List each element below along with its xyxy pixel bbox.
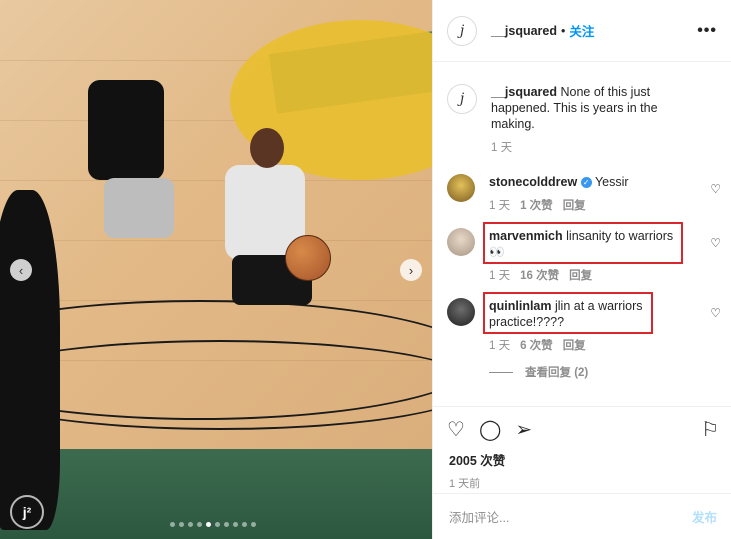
comment-bubble-icon[interactable]: ◯ (479, 417, 501, 442)
verified-badge-icon: ✓ (580, 177, 592, 189)
comment-input[interactable]: 添加评论... (449, 507, 509, 526)
follow-button[interactable]: 关注 (569, 21, 594, 40)
heart-icon[interactable]: ♡ (710, 182, 721, 196)
avatar[interactable]: j (447, 15, 477, 46)
comment-item: quinlinlam jlin at a warriors practice!?… (447, 292, 721, 354)
reply-button[interactable]: 回复 (569, 268, 592, 284)
heart-icon[interactable]: ♡ (710, 236, 721, 250)
add-comment-bar: 添加评论... 发布 (433, 493, 731, 539)
view-replies-label[interactable]: 查看回复 (2) (525, 364, 588, 380)
post-comment-button[interactable]: 发布 (692, 507, 717, 526)
defender-shorts (104, 178, 174, 238)
author-username[interactable]: __jsquared (491, 24, 557, 38)
player-left (0, 190, 60, 530)
commenter-avatar[interactable] (447, 228, 475, 256)
like-count[interactable]: 2005 次赞 (433, 442, 731, 469)
post-photo[interactable]: ‹ › j² (0, 0, 432, 539)
comment-time: 1 天 (489, 270, 511, 282)
comment-likes[interactable]: 16 次赞 (520, 268, 559, 284)
bookmark-icon[interactable]: ⚐ (701, 417, 719, 442)
caption: j __jsquared None of this just happened.… (447, 84, 717, 156)
reply-button[interactable]: 回复 (563, 338, 586, 354)
more-options-icon[interactable]: ••• (697, 22, 717, 40)
court-line (0, 340, 432, 430)
comment-item: stonecolddrew ✓ Yessir 1 天 1 次赞 回复 ♡ (447, 174, 721, 214)
player-head (250, 128, 284, 168)
comment-likes[interactable]: 1 次赞 (520, 198, 553, 214)
post-header: j __jsquared • 关注 ••• (433, 0, 731, 62)
commenter-avatar[interactable] (447, 298, 475, 326)
reply-button[interactable]: 回复 (563, 198, 586, 214)
comment-likes[interactable]: 6 次赞 (520, 338, 553, 354)
heart-icon[interactable]: ♡ (710, 306, 721, 320)
separator-dot: • (561, 23, 566, 38)
caption-time: 1 天 (491, 142, 513, 154)
comment-item: marvenmich linsanity to warriors 👀 1 天 1… (447, 222, 721, 284)
comment-time: 1 天 (489, 200, 511, 212)
avatar[interactable]: j (447, 84, 477, 114)
player-defender (88, 80, 164, 180)
carousel-dots (170, 522, 256, 527)
share-send-icon[interactable]: ➢ (515, 417, 532, 442)
comment-time: 1 天 (489, 340, 511, 352)
basketball (285, 235, 331, 281)
post-time: 1 天前 (449, 478, 481, 490)
watermark-logo: j² (10, 495, 44, 529)
like-heart-icon[interactable]: ♡ (447, 417, 465, 442)
comment-list: j __jsquared None of this just happened.… (433, 62, 731, 380)
commenter-avatar[interactable] (447, 174, 475, 202)
caption-username[interactable]: __jsquared (491, 85, 557, 99)
post-panel: j __jsquared • 关注 ••• j __jsquared None … (432, 0, 731, 539)
prev-arrow-icon[interactable]: ‹ (10, 259, 32, 281)
next-arrow-icon[interactable]: › (400, 259, 422, 281)
highlight-box (483, 292, 653, 334)
comment-username[interactable]: stonecolddrew (489, 175, 577, 189)
comment-text: Yessir (594, 175, 629, 189)
highlight-box (483, 222, 683, 264)
view-replies[interactable]: 查看回复 (2) (489, 364, 717, 380)
replies-divider (489, 371, 513, 373)
